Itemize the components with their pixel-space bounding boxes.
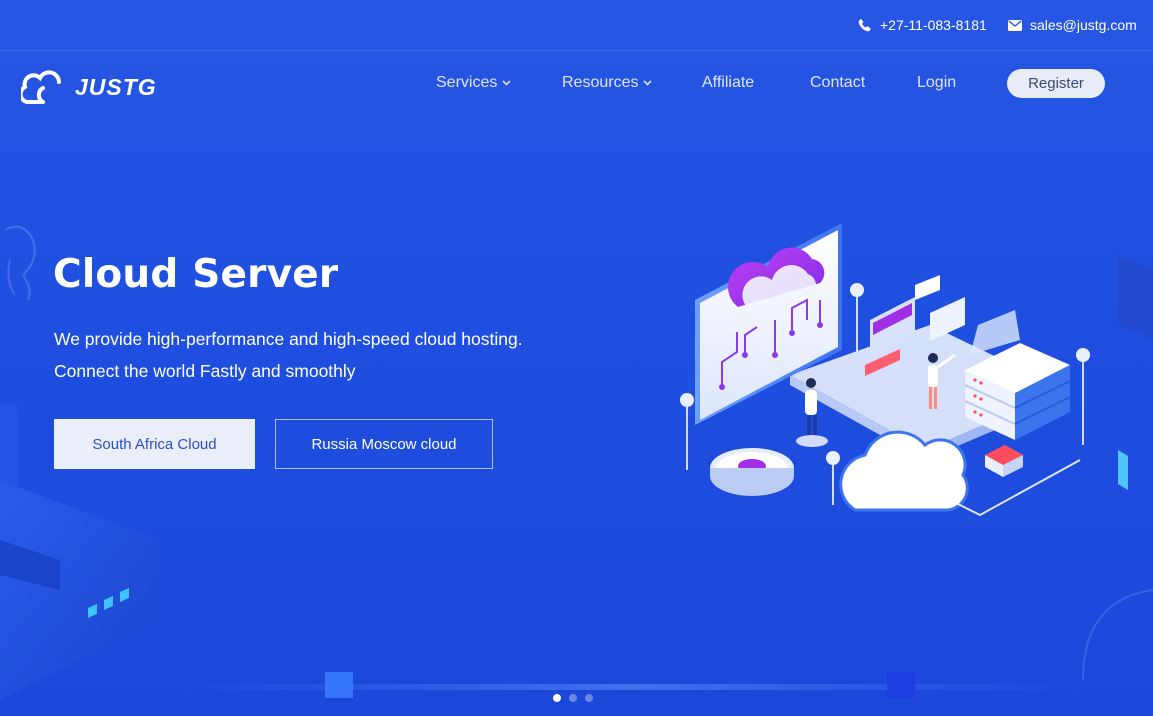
- nav-services[interactable]: Services: [436, 74, 511, 92]
- brand-logo-text: JUSTG: [75, 74, 157, 100]
- carousel-dot-3[interactable]: [585, 694, 593, 702]
- top-contact-bar: +27-11-083-8181 sales@justg.com: [0, 0, 1153, 51]
- hero-description-line-1: We provide high-performance and high-spe…: [54, 329, 523, 349]
- envelope-icon: [1008, 19, 1022, 31]
- south-africa-cloud-button[interactable]: South Africa Cloud: [54, 419, 255, 469]
- register-button[interactable]: Register: [1007, 69, 1105, 98]
- nav-login[interactable]: Login: [917, 74, 956, 92]
- carousel-pagination: [553, 694, 593, 702]
- hero-description-line-2: Connect the world Fastly and smoothly: [54, 361, 356, 381]
- phone-contact[interactable]: +27-11-083-8181: [858, 17, 987, 33]
- email-address: sales@justg.com: [1030, 17, 1137, 33]
- chevron-down-icon: [502, 80, 511, 86]
- phone-icon: [858, 19, 871, 32]
- nav-contact-label: Contact: [810, 74, 866, 91]
- phone-number: +27-11-083-8181: [880, 17, 987, 33]
- nav-resources-label: Resources: [562, 74, 639, 91]
- hero-title: Cloud Server: [53, 252, 339, 297]
- brand-logo[interactable]: JUSTG: [21, 62, 156, 106]
- nav-affiliate[interactable]: Affiliate: [702, 74, 754, 92]
- carousel-dot-1[interactable]: [553, 694, 561, 702]
- nav-services-label: Services: [436, 74, 498, 91]
- email-contact[interactable]: sales@justg.com: [1008, 17, 1137, 33]
- cloud-server-illustration: [680, 223, 1090, 517]
- nav-login-label: Login: [917, 74, 957, 91]
- chevron-down-icon: [643, 80, 653, 86]
- nav-resources[interactable]: Resources: [562, 74, 653, 92]
- cloud-logo-icon: [21, 70, 61, 104]
- russia-moscow-cloud-button[interactable]: Russia Moscow cloud: [275, 419, 493, 469]
- nav-affiliate-label: Affiliate: [702, 74, 755, 91]
- nav-contact[interactable]: Contact: [810, 74, 865, 92]
- carousel-dot-2[interactable]: [569, 694, 577, 702]
